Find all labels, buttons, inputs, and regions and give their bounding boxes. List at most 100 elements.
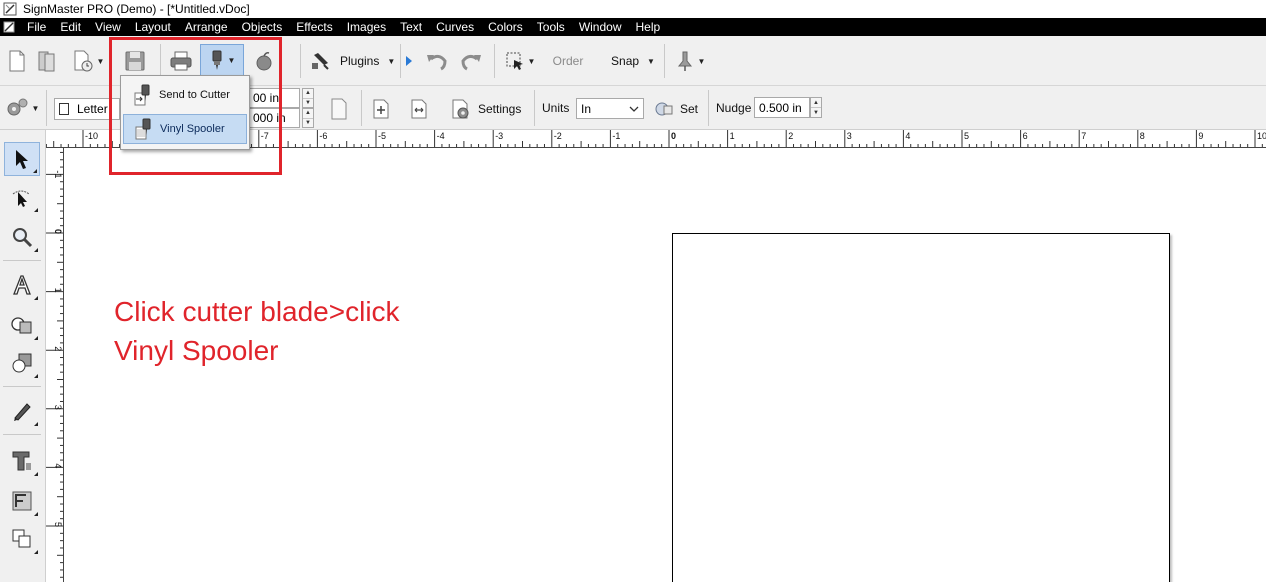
pen-tool[interactable] (4, 394, 40, 428)
plugins-button[interactable]: Plugins ▼ (310, 48, 396, 74)
nudge-stepper[interactable]: ▲ ▼ (810, 97, 822, 118)
menu-window[interactable]: Window (572, 18, 629, 36)
app-icon (3, 2, 17, 16)
order-button[interactable]: Order (548, 50, 588, 72)
ruler-label: 4 (905, 131, 910, 141)
add-page-icon (373, 99, 389, 119)
text-icon (13, 275, 31, 295)
text-tool[interactable] (4, 268, 40, 302)
redo-button[interactable] (456, 46, 486, 76)
ruler-label: 5 (964, 131, 969, 141)
document-menu-icon[interactable] (2, 20, 16, 34)
plugins-icon (312, 53, 329, 70)
set-label: Set (680, 102, 699, 116)
menu-arrange[interactable]: Arrange (178, 18, 235, 36)
page-orientation-icon (331, 98, 347, 120)
menu-effects[interactable]: Effects (289, 18, 339, 36)
menu-bar: File Edit View Layout Arrange Objects Ef… (0, 18, 1266, 36)
page-outline[interactable] (672, 233, 1170, 582)
units-value: In (581, 101, 592, 116)
ruler-label: -3 (495, 131, 503, 141)
ruler-label: -6 (319, 131, 327, 141)
menu-file[interactable]: File (19, 18, 53, 36)
ruler-label: 5 (53, 522, 63, 527)
chevron-down-icon: ▼ (31, 103, 40, 113)
text-effect-tool[interactable] (4, 444, 40, 478)
select-region-icon (506, 52, 523, 70)
chevron-down-icon: ▼ (527, 56, 536, 66)
nudge-label: Nudge (716, 101, 752, 115)
ruler-label: 2 (53, 346, 63, 351)
set-units-button[interactable]: Set (654, 96, 700, 122)
toolbox-separator (3, 386, 41, 387)
units-select[interactable]: In (576, 98, 644, 119)
redo-icon (461, 54, 481, 71)
chevron-down-icon (629, 106, 639, 112)
ruler-label: 1 (730, 131, 735, 141)
toolbar-separator (494, 44, 495, 78)
ruler-label: -2 (554, 131, 562, 141)
menu-text[interactable]: Text (393, 18, 429, 36)
toolbar-separator (708, 90, 709, 126)
shapes-tool[interactable] (4, 308, 40, 342)
fit-page-icon (411, 99, 427, 119)
weld-tool[interactable] (4, 522, 40, 556)
pointer-tool[interactable] (4, 142, 40, 176)
page-size-value: Letter (77, 102, 108, 116)
tool-settings-button[interactable]: ▼ (2, 94, 42, 122)
toolbar-overflow-arrow[interactable] (404, 54, 414, 68)
new-document-icon (9, 50, 25, 72)
image-tool[interactable] (4, 484, 40, 518)
ruler-label: -1 (53, 170, 63, 178)
node-edit-tool[interactable] (4, 180, 40, 214)
menu-images[interactable]: Images (340, 18, 393, 36)
menu-edit[interactable]: Edit (53, 18, 88, 36)
undo-icon (427, 54, 447, 71)
toolbar-separator (361, 90, 362, 126)
menu-view[interactable]: View (88, 18, 128, 36)
menu-objects[interactable]: Objects (235, 18, 290, 36)
snap-button[interactable]: Snap ▼ (608, 50, 658, 72)
snap-label: Snap (611, 54, 640, 68)
settings-button[interactable]: Settings (450, 96, 524, 122)
ruler-label: 8 (1140, 131, 1145, 141)
select-region-button[interactable]: ▼ (502, 46, 538, 76)
toolbar-separator (534, 90, 535, 126)
ruler-label: 3 (847, 131, 852, 141)
open-button[interactable] (34, 46, 60, 76)
fill-tool[interactable] (4, 346, 40, 380)
annotation-line-2: Vinyl Spooler (114, 335, 279, 366)
recent-documents-button[interactable]: ▼ (70, 46, 106, 76)
fit-page-button[interactable] (406, 94, 432, 124)
pointer-icon (16, 150, 28, 169)
page-height-stepper[interactable]: ▲ ▼ (302, 108, 314, 128)
add-page-button[interactable] (368, 94, 394, 124)
ruler-label: 3 (53, 405, 63, 410)
ruler-label: 1 (53, 288, 63, 293)
fill-icon (12, 353, 32, 373)
weld-icon (12, 529, 31, 548)
page-size-icon (59, 103, 69, 115)
nudge-input[interactable]: 0.500 in (754, 97, 810, 118)
pin-button[interactable]: ▼ (672, 46, 708, 76)
page-orientation-button[interactable] (326, 94, 352, 124)
text-effect-icon (12, 451, 31, 471)
menu-colors[interactable]: Colors (481, 18, 530, 36)
new-button[interactable] (4, 46, 30, 76)
ruler-label: 0 (53, 229, 63, 234)
menu-curves[interactable]: Curves (429, 18, 481, 36)
page-width-stepper[interactable]: ▲ ▼ (302, 88, 314, 108)
toolbar-separator (664, 44, 665, 78)
undo-button[interactable] (422, 46, 452, 76)
recent-documents-icon (74, 50, 93, 72)
shapes-icon (11, 317, 32, 334)
toolbar-separator (300, 44, 301, 78)
play-icon (406, 56, 412, 66)
chevron-down-icon: ▼ (697, 56, 706, 66)
menu-tools[interactable]: Tools (530, 18, 572, 36)
zoom-tool[interactable] (4, 220, 40, 254)
units-label: Units (542, 101, 570, 115)
chevron-down-icon: ▼ (647, 56, 655, 66)
menu-layout[interactable]: Layout (128, 18, 178, 36)
menu-help[interactable]: Help (629, 18, 668, 36)
